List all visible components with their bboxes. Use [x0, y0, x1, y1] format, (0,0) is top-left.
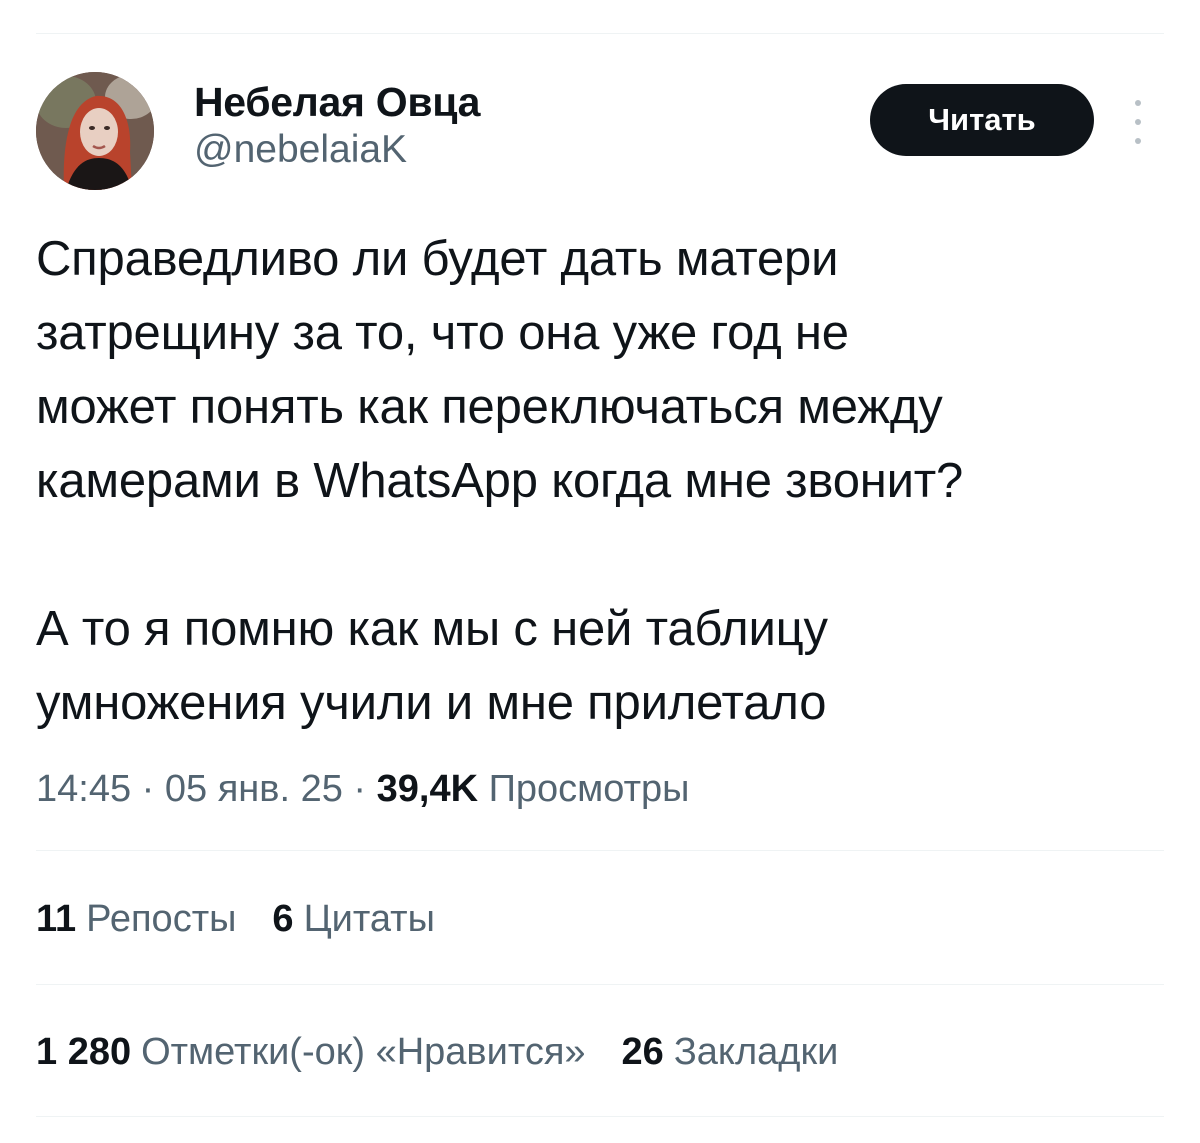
likes-label: Отметки(-ок) «Нравится»	[141, 1031, 586, 1073]
divider	[36, 850, 1164, 851]
author-handle[interactable]: @nebelaiaK	[194, 126, 480, 174]
reposts-count: 11	[36, 898, 77, 940]
views-count: 39,4K	[376, 768, 479, 810]
top-divider	[36, 33, 1164, 34]
tweet-time[interactable]: 14:45	[36, 768, 131, 810]
avatar[interactable]	[36, 72, 154, 190]
author-names: Небелая Овца @nebelaiaK	[194, 78, 480, 174]
reposts-label: Репосты	[86, 898, 237, 940]
follow-button[interactable]: Читать	[870, 84, 1094, 156]
author-display-name[interactable]: Небелая Овца	[194, 78, 480, 126]
bookmarks-count: 26	[621, 1031, 664, 1073]
views-label: Просмотры	[488, 768, 690, 810]
more-vertical-icon[interactable]	[1126, 100, 1150, 144]
more-dot	[1135, 119, 1141, 125]
divider	[36, 984, 1164, 985]
bookmarks-stat[interactable]: 26 Закладки	[622, 1028, 839, 1076]
reposts-stat[interactable]: 11 Репосты	[36, 895, 236, 943]
meta-separator: ·	[342, 768, 377, 810]
quotes-label: Цитаты	[303, 898, 435, 940]
stats-row-likes: 1 280 Отметки(-ок) «Нравится» 26 Закладки	[36, 1028, 874, 1076]
avatar-image	[36, 72, 154, 190]
likes-stat[interactable]: 1 280 Отметки(-ок) «Нравится»	[36, 1028, 586, 1076]
tweet-meta: 14:45 · 05 янв. 25 · 39,4K Просмотры	[36, 765, 689, 813]
quotes-count: 6	[272, 898, 294, 940]
meta-separator: ·	[131, 768, 165, 810]
quotes-stat[interactable]: 6 Цитаты	[272, 895, 434, 943]
tweet-date[interactable]: 05 янв. 25	[165, 768, 343, 810]
bookmarks-label: Закладки	[673, 1031, 839, 1073]
more-dot	[1135, 138, 1141, 144]
stats-row-reposts: 11 Репосты 6 Цитаты	[36, 895, 471, 943]
likes-count: 1 280	[36, 1031, 132, 1073]
more-dot	[1135, 100, 1141, 106]
tweet-header: Небелая Овца @nebelaiaK Читать	[36, 72, 1164, 192]
tweet-text: Справедливо ли будет дать матери затрещи…	[36, 232, 964, 730]
divider	[36, 1116, 1164, 1117]
